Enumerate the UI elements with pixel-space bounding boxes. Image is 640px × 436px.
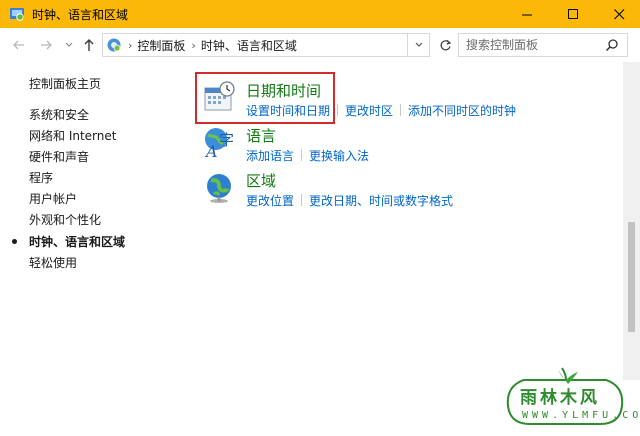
svg-text:A: A bbox=[204, 142, 218, 159]
search-input[interactable] bbox=[466, 35, 604, 55]
search-box[interactable] bbox=[458, 33, 628, 57]
link-separator bbox=[337, 104, 339, 116]
language-icon[interactable]: A 字 bbox=[203, 125, 237, 159]
watermark: 雨林木风 WWW.YLMFU.COM bbox=[500, 366, 640, 430]
arrow-left-icon bbox=[13, 40, 24, 50]
link-change-input-method[interactable]: 更换输入法 bbox=[309, 149, 369, 163]
sidebar-item-appearance[interactable]: 外观和个性化 bbox=[29, 211, 101, 228]
window-title: 时钟、语言和区域 bbox=[32, 7, 129, 22]
breadcrumb-clock-language-region[interactable]: 时钟、语言和区域 bbox=[201, 37, 297, 54]
link-change-location[interactable]: 更改位置 bbox=[246, 194, 294, 208]
active-item-bullet bbox=[12, 239, 17, 244]
minimize-button[interactable] bbox=[504, 0, 550, 28]
link-change-formats[interactable]: 更改日期、时间或数字格式 bbox=[309, 194, 453, 208]
chevron-down-icon bbox=[65, 42, 73, 47]
title-bar: 时钟、语言和区域 bbox=[0, 0, 640, 28]
close-icon bbox=[613, 8, 624, 19]
link-add-language[interactable]: 添加语言 bbox=[246, 149, 294, 163]
address-dropdown-button[interactable] bbox=[408, 33, 430, 57]
sidebar-home-link[interactable]: 控制面板主页 bbox=[29, 75, 101, 92]
link-set-time-date[interactable]: 设置时间和日期 bbox=[246, 104, 330, 118]
watermark-text: 雨林木风 bbox=[520, 388, 600, 408]
maximize-button[interactable] bbox=[550, 0, 596, 28]
link-change-time-zone[interactable]: 更改时区 bbox=[345, 104, 393, 118]
link-add-clocks[interactable]: 添加不同时区的时钟 bbox=[408, 104, 516, 118]
address-row: › 控制面板 › 时钟、语言和区域 bbox=[0, 28, 640, 62]
globe-icon[interactable] bbox=[203, 170, 237, 204]
minimize-icon bbox=[521, 14, 532, 15]
link-separator bbox=[400, 104, 402, 116]
sidebar-item-clock-language-region[interactable]: 时钟、语言和区域 bbox=[29, 233, 125, 250]
breadcrumb-separator: › bbox=[128, 38, 133, 52]
chevron-down-icon bbox=[415, 42, 422, 47]
category-links-language: 添加语言 更换输入法 bbox=[246, 147, 369, 164]
close-button[interactable] bbox=[596, 0, 640, 28]
category-links-date-time: 设置时间和日期 更改时区 添加不同时区的时钟 bbox=[246, 102, 516, 119]
category-title-date-time[interactable]: 日期和时间 bbox=[246, 80, 321, 101]
arrow-right-icon bbox=[41, 40, 52, 50]
maximize-icon bbox=[567, 8, 578, 19]
sidebar-item-ease-of-access[interactable]: 轻松使用 bbox=[29, 254, 77, 271]
sidebar: 控制面板主页 系统和安全 网络和 Internet 硬件和声音 程序 用户帐户 … bbox=[0, 62, 180, 392]
refresh-icon bbox=[440, 39, 451, 50]
sidebar-item-user-accounts[interactable]: 用户帐户 bbox=[29, 190, 77, 207]
sidebar-item-programs[interactable]: 程序 bbox=[29, 169, 53, 186]
address-bar[interactable]: › 控制面板 › 时钟、语言和区域 bbox=[102, 33, 408, 57]
category-title-language[interactable]: 语言 bbox=[246, 125, 276, 146]
control-panel-icon bbox=[107, 38, 121, 52]
link-separator bbox=[301, 194, 303, 206]
refresh-button[interactable] bbox=[432, 33, 458, 57]
watermark-url: WWW.YLMFU.COM bbox=[522, 410, 640, 421]
up-button[interactable] bbox=[80, 36, 98, 54]
link-separator bbox=[301, 149, 303, 161]
sidebar-item-hardware-sound[interactable]: 硬件和声音 bbox=[29, 148, 89, 165]
breadcrumb-separator: › bbox=[191, 38, 196, 52]
recent-locations-button[interactable] bbox=[63, 36, 75, 54]
forward-button[interactable] bbox=[37, 36, 55, 54]
vertical-scrollbar[interactable] bbox=[623, 62, 640, 380]
breadcrumb-control-panel[interactable]: 控制面板 bbox=[137, 37, 185, 54]
back-button[interactable] bbox=[10, 36, 28, 54]
search-icon[interactable] bbox=[605, 38, 619, 52]
svg-text:字: 字 bbox=[219, 131, 234, 149]
category-links-region: 更改位置 更改日期、时间或数字格式 bbox=[246, 192, 453, 209]
scrollbar-thumb[interactable] bbox=[628, 222, 635, 332]
control-panel-icon bbox=[10, 8, 24, 21]
category-title-region[interactable]: 区域 bbox=[246, 170, 276, 191]
sidebar-item-network-internet[interactable]: 网络和 Internet bbox=[29, 127, 116, 144]
calendar-clock-icon[interactable] bbox=[203, 80, 237, 114]
arrow-up-icon bbox=[84, 39, 94, 51]
sidebar-item-system-security[interactable]: 系统和安全 bbox=[29, 106, 89, 123]
